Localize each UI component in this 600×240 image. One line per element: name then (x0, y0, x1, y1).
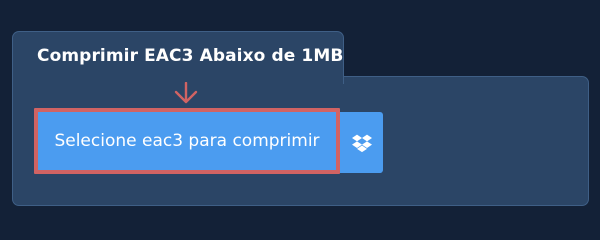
select-file-button-label: Selecione eac3 para comprimir (54, 131, 320, 151)
dropbox-icon (351, 134, 372, 152)
arrow-down-icon (174, 82, 198, 104)
page-background: Comprimir EAC3 Abaixo de 1MB Selecione e… (0, 0, 600, 230)
select-file-button[interactable]: Selecione eac3 para comprimir (34, 108, 340, 174)
panel-title: Comprimir EAC3 Abaixo de 1MB (37, 46, 344, 66)
panel-tab: Comprimir EAC3 Abaixo de 1MB (12, 31, 344, 84)
dropbox-button[interactable] (340, 112, 383, 173)
